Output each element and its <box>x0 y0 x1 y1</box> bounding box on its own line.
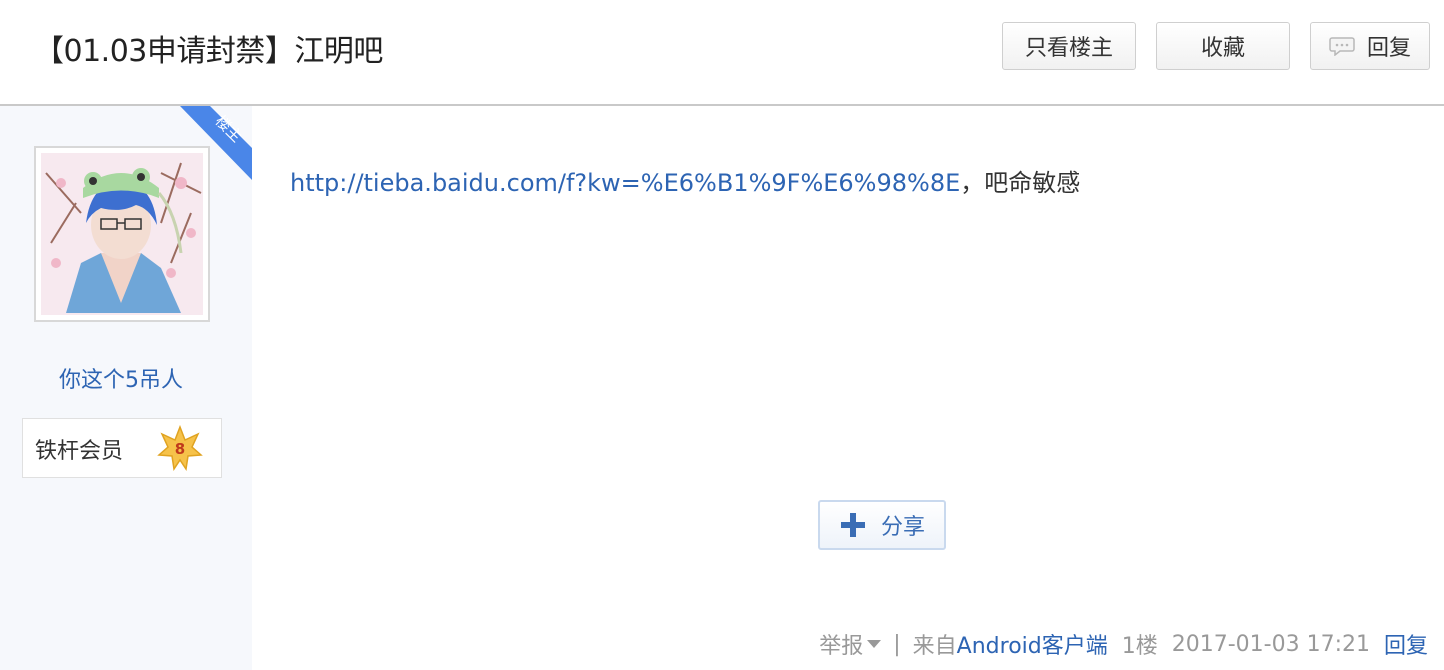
floor-number: 1楼 <box>1121 634 1158 659</box>
report-link[interactable]: 举报 <box>819 628 863 660</box>
avatar-image <box>41 153 203 315</box>
level-star-icon: 8 <box>157 425 203 471</box>
level-number: 8 <box>175 440 185 458</box>
post-content: http://tieba.baidu.com/f?kw=%E6%B1%9F%E6… <box>290 163 1080 198</box>
source-client-link[interactable]: Android客户端 <box>957 628 1108 660</box>
share-button[interactable]: 分享 <box>818 500 946 550</box>
post-text: ，吧命敏感 <box>960 169 1081 197</box>
author-username[interactable]: 你这个5吊人 <box>0 362 242 394</box>
post-footer: 举报 | 来自 Android客户端 1楼 2017-01-03 17:21 回… <box>819 628 1428 660</box>
share-label: 分享 <box>880 515 925 540</box>
thread-header: 【01.03申请封禁】江明吧 只看楼主 收藏 回复 <box>0 0 1444 106</box>
thread-title: 【01.03申请封禁】江明吧 <box>34 34 383 69</box>
post-timestamp: 2017-01-03 17:21 <box>1171 631 1370 657</box>
avatar[interactable] <box>34 146 210 322</box>
plus-icon <box>840 513 865 537</box>
footer-reply-link[interactable]: 回复 <box>1384 628 1428 660</box>
speech-bubble-icon <box>1329 37 1355 56</box>
post-link[interactable]: http://tieba.baidu.com/f?kw=%E6%B1%9F%E6… <box>290 169 960 197</box>
favorite-button[interactable]: 收藏 <box>1156 22 1290 70</box>
source-prefix: 来自 <box>912 634 957 659</box>
reply-button-label: 回复 <box>1366 36 1411 61</box>
chevron-down-icon[interactable] <box>867 640 882 648</box>
member-title: 铁杆会员 <box>35 439 124 464</box>
only-op-button[interactable]: 只看楼主 <box>1002 22 1136 70</box>
footer-separator: | <box>893 631 901 657</box>
reply-button[interactable]: 回复 <box>1310 22 1430 70</box>
member-badge[interactable]: 铁杆会员 8 <box>22 418 222 478</box>
